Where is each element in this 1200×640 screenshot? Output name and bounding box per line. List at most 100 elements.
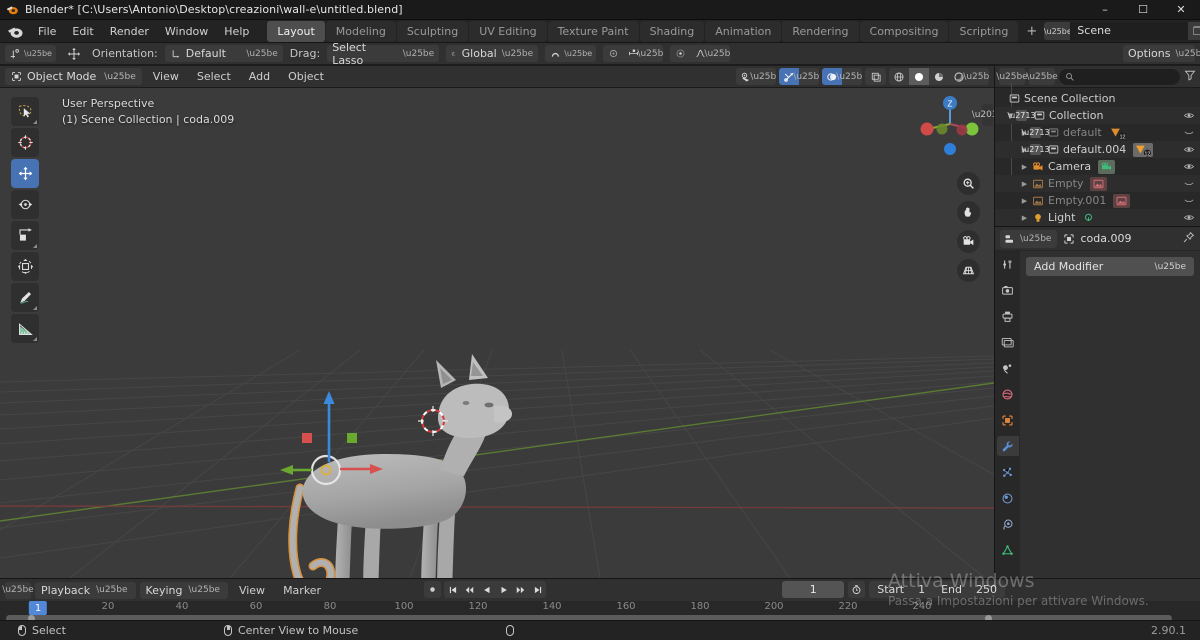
- jump-to-end-button[interactable]: [529, 581, 546, 598]
- outliner-row-scene-collection[interactable]: Scene Collection: [995, 90, 1200, 107]
- keying-dropdown[interactable]: Keying \u25be: [139, 581, 228, 599]
- world-tab[interactable]: [997, 384, 1019, 404]
- row-expander[interactable]: ▶: [1019, 197, 1030, 205]
- view-layer-tab[interactable]: [997, 332, 1019, 352]
- scale-icon[interactable]: [11, 221, 39, 250]
- material-preview-shading-icon[interactable]: [929, 68, 949, 85]
- object-mode-dropdown[interactable]: Object Mode \u25be: [5, 68, 142, 85]
- eye-icon[interactable]: [1183, 110, 1195, 121]
- collapsed-eye-icon[interactable]: [1183, 178, 1195, 189]
- outliner-row-empty[interactable]: ▶ Empty: [995, 175, 1200, 192]
- tab-scripting[interactable]: Scripting: [949, 20, 1019, 42]
- eye-icon[interactable]: [1183, 212, 1195, 223]
- collection-checkbox[interactable]: \u2713: [1021, 127, 1050, 138]
- particles-tab[interactable]: [997, 462, 1019, 482]
- pin-icon[interactable]: [1182, 231, 1195, 247]
- constraints-tab[interactable]: [997, 514, 1019, 534]
- proportional-toggle-icon[interactable]: [670, 45, 690, 62]
- menu-window[interactable]: Window: [157, 22, 216, 41]
- row-expander[interactable]: ▶: [1019, 180, 1030, 188]
- scene-tab[interactable]: [997, 358, 1019, 378]
- visibility-chevron[interactable]: \u25be: [750, 68, 776, 85]
- modifier-tab[interactable]: [996, 436, 1019, 456]
- rotate-icon[interactable]: [11, 190, 39, 219]
- mesh-data-badge-icon[interactable]: 12: [1109, 126, 1129, 140]
- playhead[interactable]: 1: [28, 601, 48, 615]
- outliner-search-input[interactable]: [1059, 68, 1180, 85]
- close-button[interactable]: ✕: [1162, 0, 1200, 20]
- timeline-editor-type-icon[interactable]: \u25be: [2, 581, 34, 599]
- timeline-menu-view[interactable]: View: [232, 582, 272, 599]
- menu-file[interactable]: File: [30, 22, 64, 41]
- mesh-data-badge-icon[interactable]: 12: [1133, 142, 1154, 157]
- pan-icon[interactable]: [957, 201, 980, 224]
- proportional-edit-icon[interactable]: [603, 45, 623, 62]
- outliner-row-empty-001[interactable]: ▶ Empty.001: [995, 192, 1200, 209]
- camera-data-icon[interactable]: [1098, 159, 1116, 174]
- object-tab[interactable]: [997, 410, 1019, 430]
- blender-logo-icon[interactable]: [7, 23, 24, 40]
- 3d-viewport[interactable]: User Perspective (1) Scene Collection | …: [0, 88, 994, 578]
- tab-uv-editing[interactable]: UV Editing: [469, 20, 547, 42]
- properties-editor-type-icon[interactable]: \u25be: [1000, 229, 1058, 248]
- measure-icon[interactable]: [11, 314, 39, 343]
- falloff-dropdown-chevron[interactable]: \u25be: [704, 45, 730, 62]
- zoom-icon[interactable]: [957, 172, 980, 195]
- row-expander[interactable]: ▶: [1019, 214, 1030, 222]
- image-data-icon[interactable]: [1113, 193, 1131, 208]
- current-frame-field[interactable]: 1: [782, 581, 845, 598]
- menu-edit[interactable]: Edit: [64, 22, 101, 41]
- wireframe-shading-icon[interactable]: [889, 68, 909, 85]
- move-icon[interactable]: [11, 159, 39, 188]
- tool-tab[interactable]: [997, 254, 1019, 274]
- tab-layout[interactable]: Layout: [267, 20, 325, 42]
- light-data-icon[interactable]: [1082, 212, 1095, 224]
- cursor-icon[interactable]: [11, 128, 39, 157]
- menu-help[interactable]: Help: [216, 22, 257, 41]
- jump-to-start-button[interactable]: [444, 581, 461, 598]
- eye-icon[interactable]: [1183, 161, 1195, 172]
- overlays-chevron[interactable]: \u25be: [836, 68, 862, 85]
- tweak-select-box-icon[interactable]: [11, 97, 39, 126]
- viewport-menu-add[interactable]: Add: [242, 68, 277, 85]
- output-tab[interactable]: [997, 306, 1019, 326]
- timeline-ruler[interactable]: 20 40 60 80 100 120 140 160 180 200 220 …: [0, 601, 1200, 622]
- outliner-display-mode-icon[interactable]: \u25be: [1026, 68, 1058, 85]
- add-modifier-button[interactable]: Add Modifier \u25be: [1026, 257, 1194, 276]
- timeline-menu-marker[interactable]: Marker: [276, 582, 328, 599]
- collection-checkbox[interactable]: \u2713: [1007, 110, 1036, 121]
- move-gizmo-icon[interactable]: [63, 45, 85, 62]
- options-dropdown[interactable]: Options \u25be: [1123, 45, 1200, 62]
- snap-dropdown-chevron[interactable]: \u25be: [637, 45, 663, 62]
- ortho-persp-icon[interactable]: [957, 259, 980, 282]
- tab-shading[interactable]: Shading: [639, 20, 705, 42]
- image-data-icon[interactable]: [1090, 176, 1108, 191]
- shading-chevron[interactable]: \u25be: [963, 68, 989, 85]
- orientation-dropdown[interactable]: Default \u25be: [164, 45, 283, 62]
- end-frame-field[interactable]: End 250: [933, 581, 1005, 598]
- minimize-button[interactable]: –: [1086, 0, 1124, 20]
- solid-shading-icon[interactable]: [909, 68, 929, 85]
- viewport-menu-select[interactable]: Select: [190, 68, 238, 85]
- collapsed-eye-icon[interactable]: [1183, 195, 1195, 206]
- viewport-menu-view[interactable]: View: [146, 68, 186, 85]
- snap-magnet-icon[interactable]: \u25be: [545, 45, 597, 62]
- tab-modeling[interactable]: Modeling: [325, 20, 396, 42]
- tab-texture-paint[interactable]: Texture Paint: [547, 20, 639, 42]
- outliner-row-camera[interactable]: ▶ Camera: [995, 158, 1200, 175]
- outliner-row-collection[interactable]: ▼ \u2713 Collection: [995, 107, 1200, 124]
- record-keyframes-button[interactable]: [424, 581, 441, 598]
- outliner-editor-type-icon[interactable]: \u25be: [996, 68, 1028, 85]
- maximize-button[interactable]: ☐: [1124, 0, 1162, 20]
- play-button[interactable]: [495, 581, 512, 598]
- start-frame-field[interactable]: Start 1: [869, 581, 933, 598]
- viewport-menu-object[interactable]: Object: [281, 68, 331, 85]
- collection-checkbox[interactable]: \u2713: [1021, 144, 1050, 155]
- xray-toggle-icon[interactable]: [865, 68, 886, 85]
- play-reverse-button[interactable]: [478, 581, 495, 598]
- transform-icon[interactable]: [11, 252, 39, 281]
- next-keyframe-button[interactable]: [512, 581, 529, 598]
- gizmo-chevron[interactable]: \u25be: [793, 68, 819, 85]
- tab-sculpting[interactable]: Sculpting: [396, 20, 469, 42]
- navigation-axis-gizmo[interactable]: Z: [918, 92, 982, 156]
